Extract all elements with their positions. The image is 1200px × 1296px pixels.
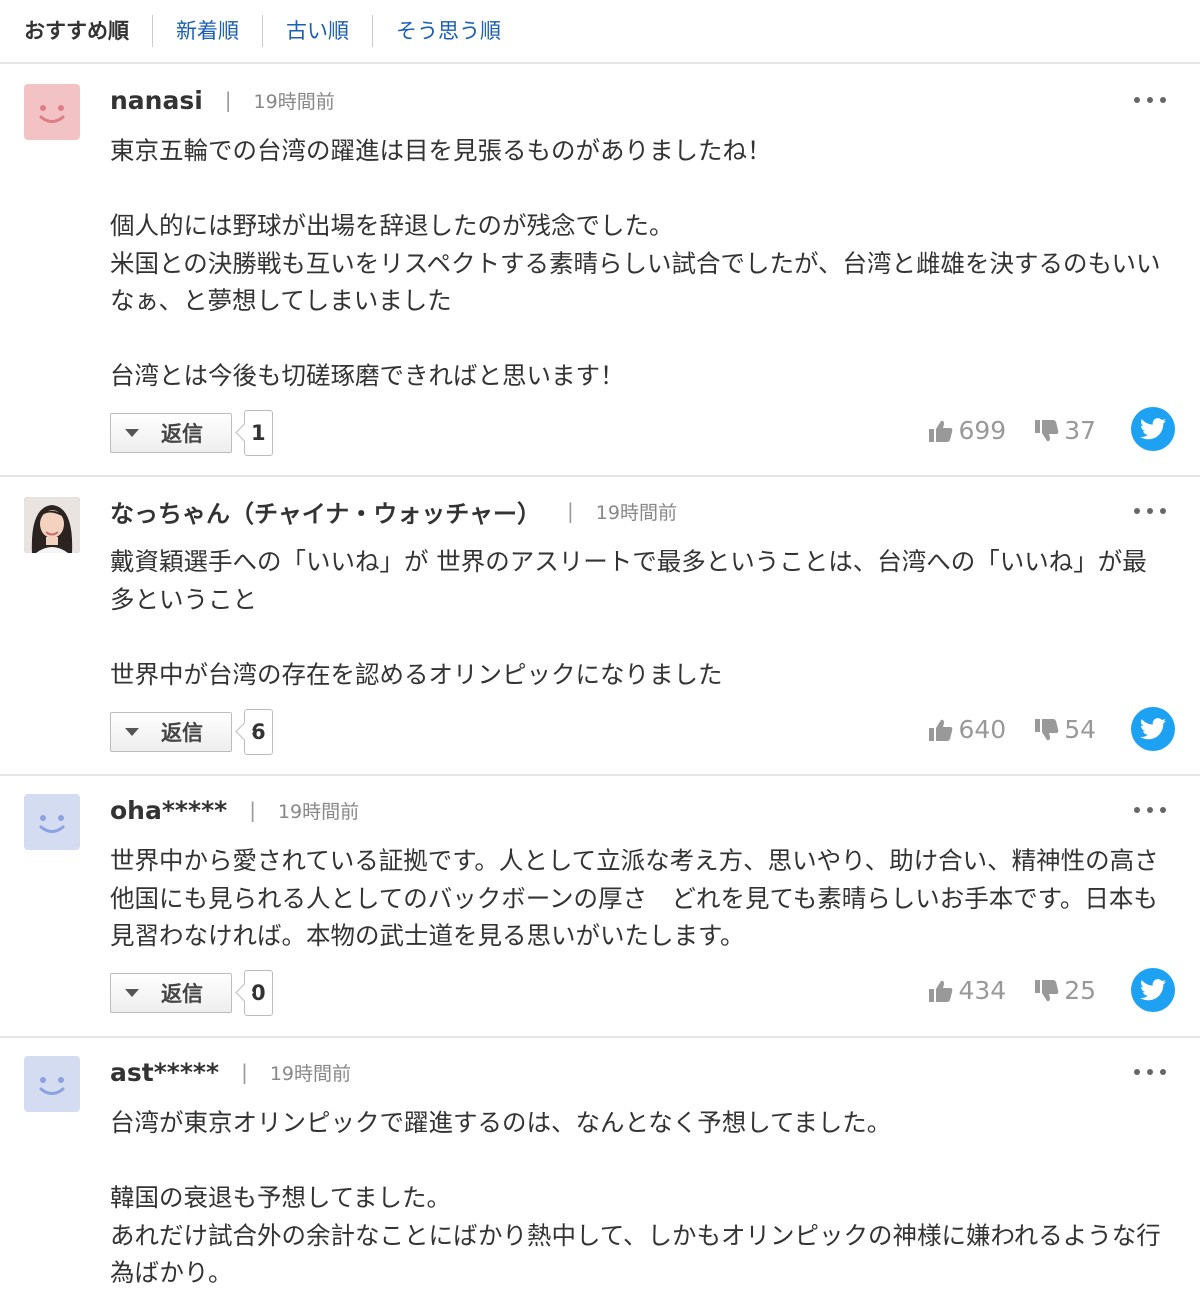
reply-button[interactable]: 返信 bbox=[110, 413, 232, 453]
comment-paragraph: 韓国の衰退も予想してました。 あれだけ試合外の余計なことにばかり熱中して、しかも… bbox=[110, 1183, 1161, 1287]
sort-bar: おすすめ順 新着順 古い順 そう思う順 bbox=[0, 0, 1200, 64]
twitter-share-button[interactable] bbox=[1131, 968, 1175, 1012]
reply-control: 返信 0 bbox=[110, 970, 273, 1016]
like-count: 434 bbox=[958, 976, 1007, 1005]
timestamp: 19時間前 bbox=[253, 90, 335, 113]
dislike-count: 25 bbox=[1064, 976, 1096, 1005]
twitter-icon bbox=[1140, 979, 1166, 1001]
timestamp: 19時間前 bbox=[595, 501, 677, 524]
sort-tab-recommended[interactable]: おすすめ順 bbox=[0, 15, 152, 47]
comment-paragraph: 世界中が台湾の存在を認めるオリンピックになりました bbox=[110, 659, 723, 689]
smiley-face-icon bbox=[39, 815, 65, 833]
comment-paragraph: 戴資穎選手への「いいね」が 世界のアスリートで最多ということは、台湾への「いいね… bbox=[110, 547, 1147, 614]
thumbs-down-icon bbox=[1035, 718, 1059, 740]
thumbs-up-icon bbox=[929, 420, 953, 442]
comment-item: なっちゃん（チャイナ・ウォッチャー） | 19時間前 戴資穎選手への「いいね」が… bbox=[0, 477, 1200, 776]
smiley-face-icon bbox=[39, 1077, 65, 1095]
username[interactable]: ast***** bbox=[110, 1058, 219, 1087]
meta-separator: | bbox=[241, 1060, 248, 1084]
like-count: 640 bbox=[958, 715, 1007, 744]
username[interactable]: nanasi bbox=[110, 86, 203, 115]
sort-tab-agree[interactable]: そう思う順 bbox=[372, 15, 524, 47]
comment-paragraph: 東京五輪での台湾の躍進は目を見張るものがありましたね！ bbox=[110, 136, 772, 165]
comment-meta: oha***** | 19時間前 bbox=[110, 792, 359, 828]
smiley-face-icon bbox=[39, 105, 65, 123]
comment-meta: ast***** | 19時間前 bbox=[110, 1054, 351, 1090]
reply-control: 返信 1 bbox=[110, 410, 273, 456]
vote-group: 699 37 bbox=[928, 416, 1096, 445]
reply-count: 6 bbox=[244, 709, 273, 755]
reply-button[interactable]: 返信 bbox=[110, 712, 232, 752]
sort-tab-newest[interactable]: 新着順 bbox=[152, 15, 262, 47]
username[interactable]: oha***** bbox=[110, 796, 227, 825]
meta-separator: | bbox=[249, 798, 256, 822]
caret-down-icon bbox=[125, 989, 139, 997]
avatar bbox=[24, 497, 80, 553]
meta-separator: | bbox=[224, 88, 232, 112]
vote-group: 640 54 bbox=[928, 715, 1096, 744]
like-button[interactable]: 434 bbox=[928, 976, 1006, 1005]
like-count: 699 bbox=[958, 416, 1007, 445]
username[interactable]: なっちゃん（チャイナ・ウォッチャー） bbox=[110, 494, 541, 529]
caret-down-icon bbox=[125, 728, 139, 736]
more-dots-icon[interactable] bbox=[1134, 800, 1166, 820]
caret-down-icon bbox=[125, 429, 139, 437]
twitter-share-button[interactable] bbox=[1131, 707, 1175, 751]
comment-body: 戴資穎選手への「いいね」が 世界のアスリートで最多ということは、台湾への「いいね… bbox=[110, 543, 1170, 693]
more-dots-icon[interactable] bbox=[1134, 90, 1166, 110]
thumbs-down-icon bbox=[1035, 419, 1059, 441]
more-dots-icon[interactable] bbox=[1134, 1062, 1166, 1082]
timestamp: 19時間前 bbox=[277, 800, 360, 823]
like-button[interactable]: 699 bbox=[928, 416, 1006, 445]
twitter-icon bbox=[1140, 718, 1166, 740]
dislike-button[interactable]: 37 bbox=[1034, 416, 1096, 445]
twitter-share-button[interactable] bbox=[1131, 407, 1175, 451]
comment-item: ast***** | 19時間前 台湾が東京オリンピックで躍進するのは、なんとな… bbox=[0, 1038, 1200, 1296]
comment-body: 世界中から愛されている証拠です。人として立派な考え方、思いやり、助け合い、精神性… bbox=[110, 842, 1170, 955]
comment-item: nanasi | 19時間前 東京五輪での台湾の躍進は目を見張るものがありました… bbox=[0, 64, 1200, 477]
twitter-icon bbox=[1140, 418, 1166, 440]
comment-body: 東京五輪での台湾の躍進は目を見張るものがありましたね！ 個人的には野球が出場を辞… bbox=[110, 132, 1170, 395]
comment-item: oha***** | 19時間前 世界中から愛されている証拠です。人として立派な… bbox=[0, 776, 1200, 1038]
reply-count: 1 bbox=[244, 410, 273, 456]
like-button[interactable]: 640 bbox=[928, 715, 1006, 744]
thumbs-down-icon bbox=[1035, 979, 1059, 1001]
avatar bbox=[24, 84, 80, 140]
comment-body: 台湾が東京オリンピックで躍進するのは、なんとなく予想してました。 韓国の衰退も予… bbox=[110, 1104, 1170, 1292]
comment-paragraph: 個人的には野球が出場を辞退したのが残念でした。 米国との決勝戦も互いをリスペクト… bbox=[110, 211, 1161, 315]
comment-meta: nanasi | 19時間前 bbox=[110, 82, 335, 118]
comment-paragraph: 台湾が東京オリンピックで躍進するのは、なんとなく予想してました。 bbox=[110, 1108, 892, 1137]
dislike-count: 54 bbox=[1064, 715, 1096, 744]
dislike-button[interactable]: 54 bbox=[1034, 715, 1096, 744]
user-photo-icon bbox=[24, 497, 80, 553]
sort-tab-oldest[interactable]: 古い順 bbox=[262, 15, 372, 47]
reply-count: 0 bbox=[244, 970, 273, 1016]
reply-label: 返信 bbox=[161, 982, 203, 1006]
reply-button[interactable]: 返信 bbox=[110, 973, 232, 1013]
thumbs-up-icon bbox=[929, 719, 953, 741]
avatar bbox=[24, 1056, 80, 1112]
comment-paragraph: 台湾とは今後も切磋琢磨できればと思います！ bbox=[110, 361, 625, 390]
meta-separator: | bbox=[567, 499, 574, 523]
reply-label: 返信 bbox=[161, 721, 203, 745]
reply-control: 返信 6 bbox=[110, 709, 273, 755]
dislike-count: 37 bbox=[1064, 416, 1096, 445]
vote-group: 434 25 bbox=[928, 976, 1096, 1005]
comment-paragraph: 世界中から愛されている証拠です。人として立派な考え方、思いやり、助け合い、精神性… bbox=[110, 846, 1184, 950]
avatar bbox=[24, 794, 80, 850]
dislike-button[interactable]: 25 bbox=[1034, 976, 1096, 1005]
timestamp: 19時間前 bbox=[269, 1062, 352, 1085]
more-dots-icon[interactable] bbox=[1134, 501, 1166, 521]
comment-meta: なっちゃん（チャイナ・ウォッチャー） | 19時間前 bbox=[110, 493, 677, 529]
thumbs-up-icon bbox=[929, 980, 953, 1002]
reply-label: 返信 bbox=[161, 422, 203, 446]
